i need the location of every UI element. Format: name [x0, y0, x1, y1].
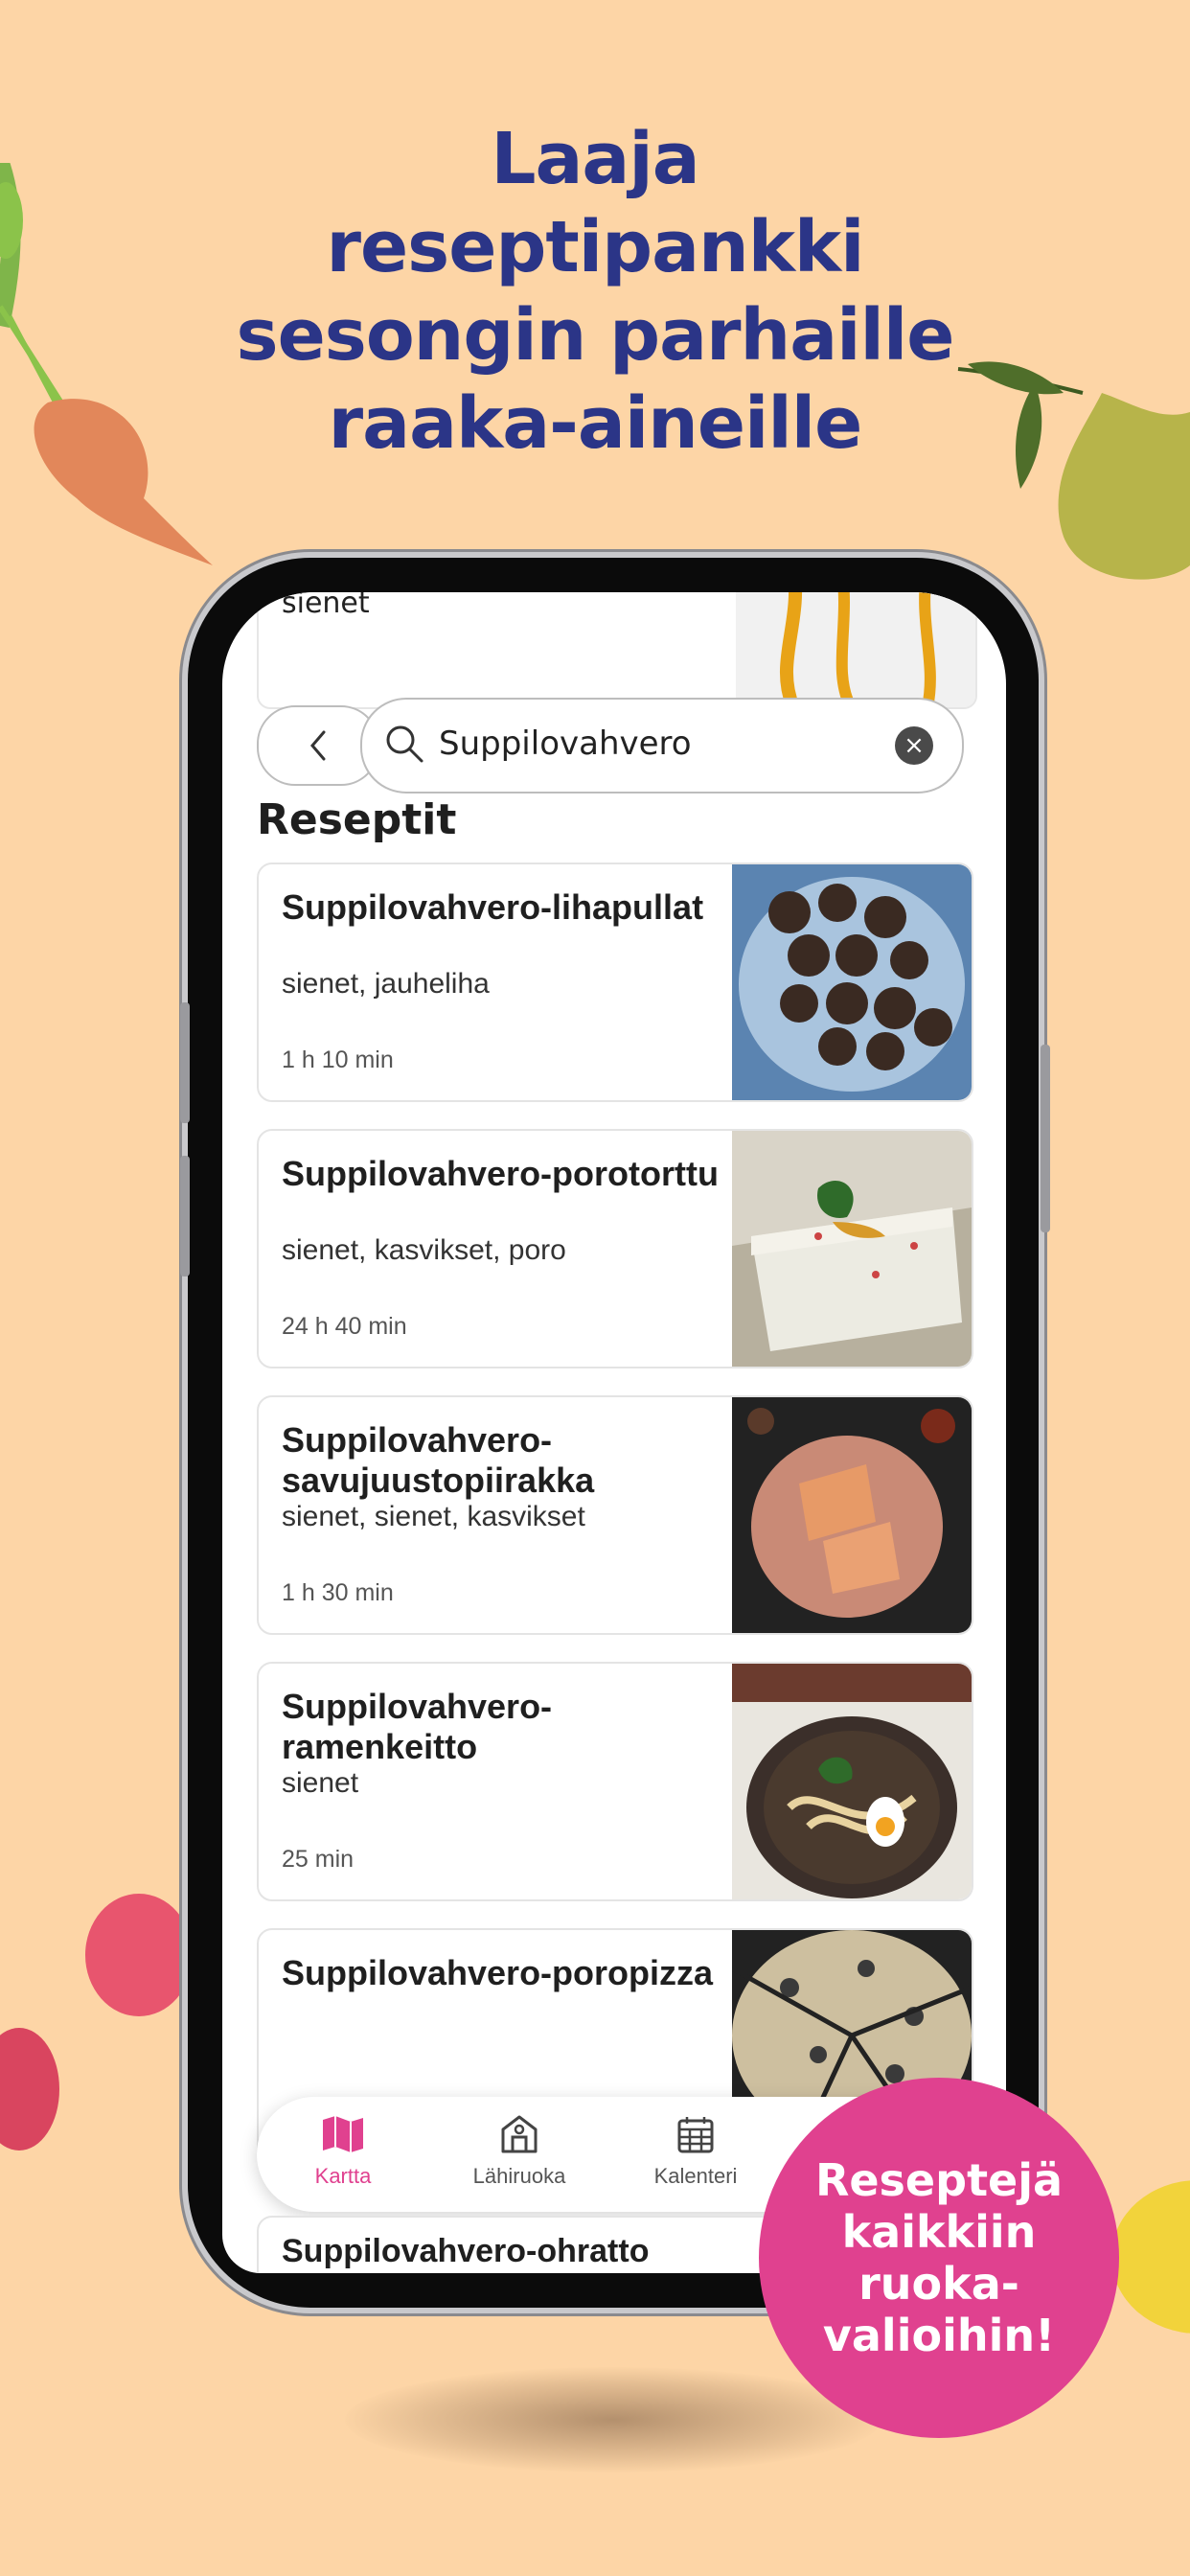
pear-illustration	[957, 361, 1190, 580]
search-icon	[386, 725, 423, 763]
nav-label: Kartta	[314, 2164, 372, 2188]
clear-search-button[interactable]: ×	[895, 726, 933, 765]
recipe-time: 24 h 40 min	[282, 1313, 407, 1340]
badge-line: kaikkiin	[841, 2206, 1037, 2258]
app-screen: sienet Suppilovahvero × Reseptit Suppilo…	[222, 592, 1006, 2273]
search-input[interactable]: Suppilovahvero	[439, 724, 692, 763]
previous-card-tags: sienet	[282, 592, 370, 620]
nav-item-kartta[interactable]: Kartta	[257, 2114, 429, 2189]
recipe-image	[732, 864, 972, 1100]
section-title: Reseptit	[257, 795, 457, 844]
recipe-time: 1 h 10 min	[282, 1046, 394, 1073]
recipe-card[interactable]: Suppilovahvero-savujuustopiirakka sienet…	[257, 1395, 973, 1635]
recipe-card[interactable]: Suppilovahvero-lihapullat sienet, jauhel…	[257, 862, 973, 1102]
recipe-tags: sienet	[282, 1767, 359, 1799]
recipe-card[interactable]: Suppilovahvero-ramenkeitto sienet 25 min	[257, 1662, 973, 1901]
phone-side-button	[180, 1002, 190, 1123]
beet-illustration	[0, 163, 213, 565]
badge-line: valioihin!	[822, 2310, 1056, 2361]
nav-label: Lähiruoka	[472, 2164, 566, 2188]
promo-badge: Reseptejä kaikkiin ruoka- valioihin!	[759, 2078, 1119, 2438]
calendar-icon	[677, 2117, 714, 2153]
previous-card-thumbnail	[736, 592, 975, 707]
recipe-image	[732, 1131, 972, 1367]
phone-side-button	[1041, 1045, 1050, 1232]
chevron-left-icon	[310, 730, 326, 761]
map-icon	[323, 2116, 363, 2152]
phone-shadow	[345, 2367, 881, 2472]
farm-store-icon	[501, 2115, 538, 2153]
nav-item-kalenteri[interactable]: Kalenteri	[609, 2114, 782, 2189]
raspberry-illustration	[0, 1894, 192, 2150]
recipe-tags: sienet, sienet, kasvikset	[282, 1501, 585, 1532]
recipe-title: Suppilovahvero-porotorttu	[282, 1154, 719, 1193]
recipe-title: Suppilovahvero-ohratto	[282, 2233, 650, 2269]
recipe-title: Suppilovahvero-savujuustopiirakka	[282, 1420, 595, 1500]
recipe-image	[732, 1664, 972, 1899]
recipe-title: Suppilovahvero-lihapullat	[282, 887, 704, 927]
recipe-title: Suppilovahvero-poropizza	[282, 1953, 714, 1992]
recipe-title: Suppilovahvero-ramenkeitto	[282, 1687, 553, 1766]
phone-side-button	[180, 1156, 190, 1276]
badge-line: Reseptejä	[814, 2154, 1064, 2206]
recipe-time: 25 min	[282, 1846, 355, 1873]
recipe-time: 1 h 30 min	[282, 1579, 394, 1606]
recipe-tags: sienet, kasvikset, poro	[282, 1234, 566, 1266]
recipe-card[interactable]: Suppilovahvero-porotorttu sienet, kasvik…	[257, 1129, 973, 1368]
recipe-image	[732, 1397, 972, 1633]
nav-item-lahiruoka[interactable]: Lähiruoka	[433, 2114, 606, 2189]
recipe-tags: sienet, jauheliha	[282, 968, 490, 1000]
nav-label: Kalenteri	[653, 2164, 738, 2188]
search-field[interactable]: Suppilovahvero ×	[360, 698, 964, 794]
previous-recipe-card[interactable]: sienet	[257, 592, 977, 709]
badge-line: ruoka-	[858, 2258, 1019, 2310]
close-icon: ×	[904, 731, 925, 760]
